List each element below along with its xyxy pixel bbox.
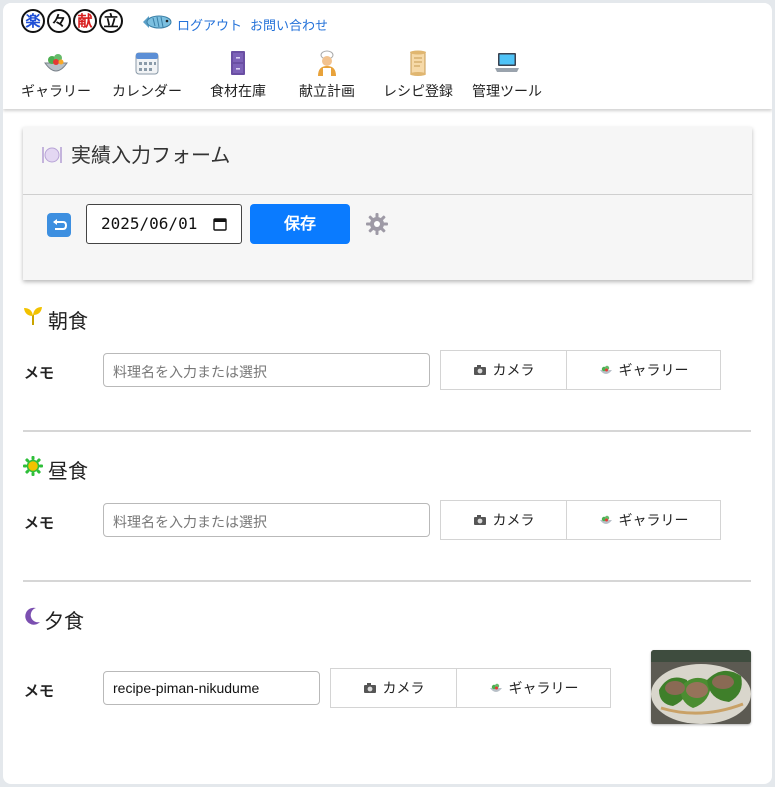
app-logo[interactable]: 楽 々 献 立: [21, 9, 123, 33]
gallery-label: ギャラリー: [618, 363, 689, 379]
camera-label: カメラ: [382, 681, 425, 697]
date-value: 2025/06/01: [101, 214, 198, 233]
breakfast-gallery-button[interactable]: ギャラリー: [567, 350, 721, 390]
camera-icon: [473, 515, 486, 525]
lunch-camera-button[interactable]: カメラ: [440, 500, 567, 540]
dinner-gallery-button[interactable]: ギャラリー: [457, 668, 611, 708]
camera-label: カメラ: [492, 513, 535, 529]
scroll-icon: [410, 50, 426, 76]
camera-icon: [363, 683, 376, 693]
logo-char: 々: [47, 9, 71, 33]
camera-icon: [473, 365, 486, 375]
meal-title-dinner: 夕食: [44, 609, 84, 633]
section-divider: [23, 430, 751, 432]
nav-label: 管理ツール: [472, 84, 542, 100]
salad-icon: [489, 683, 502, 692]
salad-icon: [599, 365, 612, 374]
calendar-picker-icon[interactable]: [213, 217, 227, 231]
dinner-photo-buttons: カメラ ギャラリー: [330, 668, 611, 708]
moon-icon: [25, 607, 40, 625]
logo-char: 楽: [21, 9, 45, 33]
nav-label: ギャラリー: [21, 84, 91, 100]
plate-icon: [42, 147, 62, 163]
sprout-icon: [24, 307, 42, 325]
nav-item-stock[interactable]: 食材在庫: [210, 49, 266, 101]
lunch-gallery-button[interactable]: ギャラリー: [567, 500, 721, 540]
nav-label: 献立計画: [299, 84, 355, 100]
chef-icon: [318, 50, 336, 76]
salad-icon: [599, 515, 612, 524]
meal-title-lunch: 昼食: [48, 459, 88, 483]
nav-label: 食材在庫: [210, 84, 266, 100]
section-divider: [23, 580, 751, 582]
logo-char: 献: [73, 9, 97, 33]
back-icon[interactable]: [47, 213, 71, 237]
gallery-label: ギャラリー: [508, 681, 579, 697]
meal-title-breakfast: 朝食: [48, 309, 88, 333]
card-divider: [23, 194, 752, 195]
gear-icon[interactable]: [365, 212, 389, 236]
dinner-memo-input[interactable]: recipe-piman-nikudume: [103, 671, 320, 705]
lunch-memo-input[interactable]: 料理名を入力または選択: [103, 503, 430, 537]
dinner-photo-thumbnail[interactable]: [651, 650, 751, 724]
salad-icon: [44, 54, 68, 72]
laptop-icon: [495, 53, 519, 72]
nav-label: レシピ登録: [383, 84, 453, 100]
nav-item-plan[interactable]: 献立計画: [299, 49, 355, 101]
logout-link[interactable]: ログアウト: [177, 15, 242, 34]
nav-label: カレンダー: [112, 84, 182, 100]
memo-label: メモ: [24, 682, 55, 700]
fish-icon: [143, 15, 172, 29]
lunch-photo-buttons: カメラ ギャラリー: [440, 500, 721, 540]
gallery-label: ギャラリー: [618, 513, 689, 529]
logo-char: 立: [99, 9, 123, 33]
camera-label: カメラ: [492, 363, 535, 379]
memo-label: メモ: [24, 514, 55, 532]
cabinet-icon: [231, 51, 245, 75]
top-links: ログアウト お問い合わせ: [177, 15, 328, 34]
nav-item-admin[interactable]: 管理ツール: [472, 49, 542, 101]
nav-item-recipe[interactable]: レシピ登録: [383, 49, 453, 101]
app-header: 楽 々 献 立 ログアウト お問い合わせ ギャラリー カレンダー 食材在庫 献立…: [3, 3, 772, 109]
record-form-card: 実績入力フォーム 2025/06/01 保存: [23, 127, 752, 280]
date-input[interactable]: 2025/06/01: [86, 204, 242, 244]
app-page: 楽 々 献 立 ログアウト お問い合わせ ギャラリー カレンダー 食材在庫 献立…: [3, 3, 772, 784]
sun-icon: [23, 456, 43, 476]
memo-label: メモ: [24, 364, 55, 382]
nav-item-calendar[interactable]: カレンダー: [112, 49, 182, 101]
dinner-camera-button[interactable]: カメラ: [330, 668, 457, 708]
form-title: 実績入力フォーム: [71, 143, 231, 167]
breakfast-memo-input[interactable]: 料理名を入力または選択: [103, 353, 430, 387]
nav-item-gallery[interactable]: ギャラリー: [21, 49, 91, 101]
breakfast-camera-button[interactable]: カメラ: [440, 350, 567, 390]
breakfast-photo-buttons: カメラ ギャラリー: [440, 350, 721, 390]
contact-link[interactable]: お問い合わせ: [250, 15, 328, 34]
save-button[interactable]: 保存: [250, 204, 350, 244]
calendar-icon: [135, 52, 159, 75]
